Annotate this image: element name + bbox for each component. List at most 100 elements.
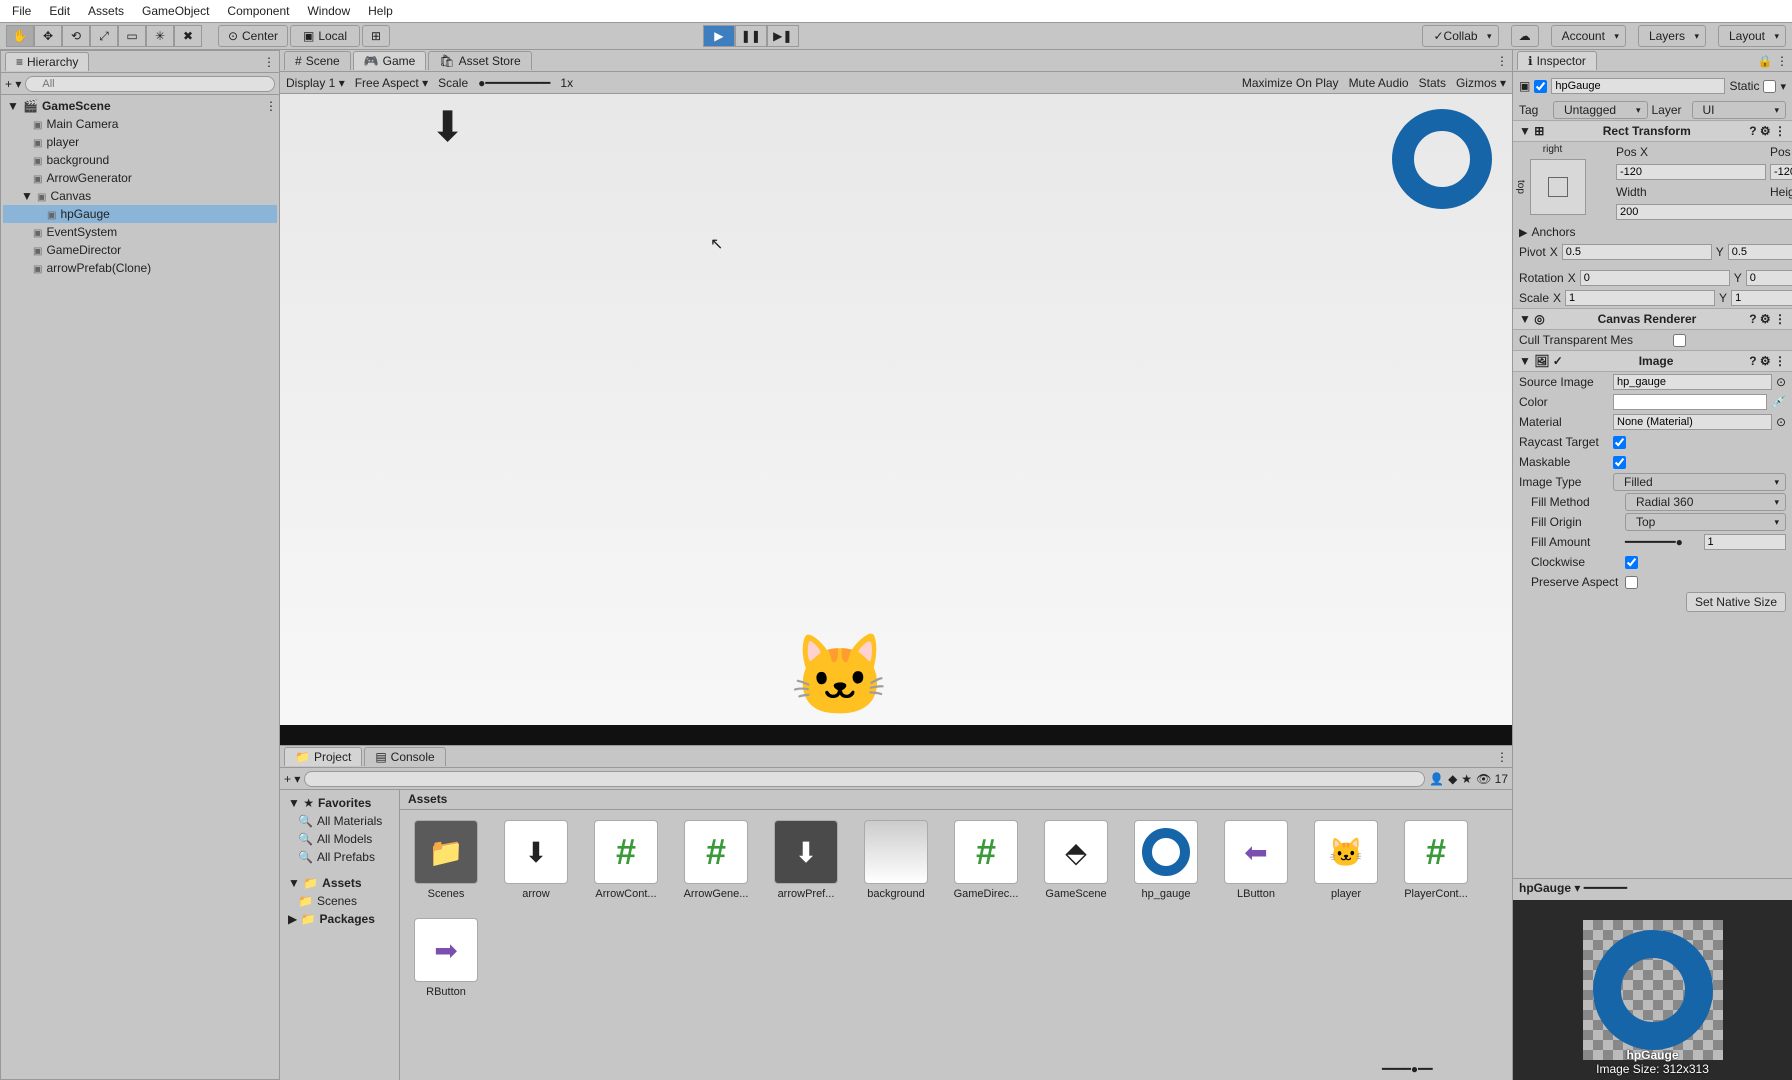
create-dropdown[interactable]: + ▾: [5, 77, 21, 91]
hierarchy-item-hpgauge[interactable]: hpGauge: [3, 205, 277, 223]
layers-dropdown[interactable]: Layers: [1638, 25, 1706, 47]
rect-transform-header[interactable]: ▼ ⊞ Rect Transform ? ⚙ ⋮: [1513, 120, 1792, 142]
scale-tool[interactable]: ⤢: [90, 25, 118, 47]
asset-store-tab[interactable]: 🛍 Asset Store: [428, 51, 531, 70]
scene-tab[interactable]: # Scene: [284, 51, 351, 70]
posy-field[interactable]: [1770, 164, 1792, 180]
rot-x[interactable]: [1580, 270, 1730, 286]
clockwise-checkbox[interactable]: [1625, 556, 1638, 569]
cull-checkbox[interactable]: [1673, 334, 1686, 347]
asset-item[interactable]: #ArrowGene...: [680, 820, 752, 900]
asset-item[interactable]: ⬇arrowPref...: [770, 820, 842, 900]
raycast-checkbox[interactable]: [1613, 436, 1626, 449]
snap-toggle[interactable]: ⊞: [362, 25, 390, 47]
favorites-header[interactable]: ▼ ★ Favorites: [284, 794, 395, 812]
project-tab[interactable]: 📁 Project: [284, 747, 362, 766]
anchor-preset-button[interactable]: [1530, 159, 1586, 215]
project-search[interactable]: [304, 771, 1425, 787]
hierarchy-item[interactable]: GameDirector: [3, 241, 277, 259]
project-menu-icon[interactable]: ⋮: [1496, 750, 1508, 764]
move-tool[interactable]: ✥: [34, 25, 62, 47]
cloud-icon[interactable]: ☁: [1511, 25, 1539, 47]
thumbnail-size-slider[interactable]: ━━━━●━━: [1382, 1062, 1502, 1076]
tag-dropdown[interactable]: Untagged: [1553, 101, 1648, 119]
hierarchy-item[interactable]: arrowPrefab(Clone): [3, 259, 277, 277]
canvas-renderer-header[interactable]: ▼ ◎ Canvas Renderer ? ⚙ ⋮: [1513, 308, 1792, 330]
asset-item[interactable]: ⬇arrow: [500, 820, 572, 900]
set-native-size-button[interactable]: Set Native Size: [1686, 592, 1786, 612]
hierarchy-item[interactable]: player: [3, 133, 277, 151]
hierarchy-search[interactable]: [25, 76, 275, 92]
aspect-dropdown[interactable]: Free Aspect ▾: [355, 76, 428, 90]
object-name-field[interactable]: [1551, 78, 1725, 94]
menu-component[interactable]: Component: [219, 2, 297, 20]
asset-item[interactable]: #PlayerCont...: [1400, 820, 1472, 900]
transform-tool[interactable]: ✳: [146, 25, 174, 47]
hierarchy-tab[interactable]: ≡ Hierarchy: [5, 52, 89, 71]
hand-tool[interactable]: ✋: [6, 25, 34, 47]
game-tab[interactable]: 🎮 Game: [353, 51, 427, 70]
hierarchy-item[interactable]: ArrowGenerator: [3, 169, 277, 187]
asset-item[interactable]: #GameDirec...: [950, 820, 1022, 900]
anchors-foldout[interactable]: ▶ Anchors: [1513, 222, 1792, 242]
asset-folder[interactable]: 📁Scenes: [410, 820, 482, 900]
scale-slider[interactable]: ●━━━━━━━━━: [478, 76, 550, 90]
console-tab[interactable]: ▤ Console: [364, 747, 445, 766]
view-menu-icon[interactable]: ⋮: [1496, 54, 1508, 68]
image-header[interactable]: ▼ 🖼 ✓ Image ? ⚙ ⋮: [1513, 350, 1792, 372]
hierarchy-item[interactable]: EventSystem: [3, 223, 277, 241]
pivot-center-toggle[interactable]: ⊙ Center: [218, 25, 288, 47]
account-dropdown[interactable]: Account: [1551, 25, 1626, 47]
rotate-tool[interactable]: ⟲: [62, 25, 90, 47]
posx-field[interactable]: [1616, 164, 1766, 180]
step-button[interactable]: ▶❚: [767, 25, 799, 47]
asset-item[interactable]: background: [860, 820, 932, 900]
asset-item[interactable]: ➡RButton: [410, 918, 482, 998]
static-checkbox[interactable]: [1763, 80, 1776, 93]
hierarchy-item-canvas[interactable]: ▼Canvas: [3, 187, 277, 205]
custom-tool[interactable]: ✖: [174, 25, 202, 47]
display-dropdown[interactable]: Display 1 ▾: [286, 76, 345, 90]
asset-item[interactable]: ⬘GameScene: [1040, 820, 1112, 900]
fill-origin-dropdown[interactable]: Top: [1625, 513, 1786, 531]
asset-item[interactable]: 🐱player: [1310, 820, 1382, 900]
preserve-aspect-checkbox[interactable]: [1625, 576, 1638, 589]
pivot-y[interactable]: [1728, 244, 1792, 260]
local-global-toggle[interactable]: ▣ Local: [290, 25, 360, 47]
asset-item[interactable]: ⬅LButton: [1220, 820, 1292, 900]
material-field[interactable]: [1613, 414, 1772, 430]
color-swatch[interactable]: [1613, 394, 1767, 410]
menu-file[interactable]: File: [4, 2, 39, 20]
stats-toggle[interactable]: Stats: [1419, 76, 1446, 90]
rot-y[interactable]: [1746, 270, 1792, 286]
object-picker-icon[interactable]: ⊙: [1776, 375, 1786, 389]
active-checkbox[interactable]: [1534, 80, 1547, 93]
hierarchy-item[interactable]: Main Camera: [3, 115, 277, 133]
object-picker-icon[interactable]: ⊙: [1776, 415, 1786, 429]
asset-item[interactable]: #ArrowCont...: [590, 820, 662, 900]
menu-assets[interactable]: Assets: [80, 2, 132, 20]
menu-gameobject[interactable]: GameObject: [134, 2, 217, 20]
collab-dropdown[interactable]: ✓ Collab: [1422, 25, 1498, 47]
fill-method-dropdown[interactable]: Radial 360: [1625, 493, 1786, 511]
fav-item[interactable]: 🔍 All Models: [284, 830, 395, 848]
scale-y[interactable]: [1731, 290, 1792, 306]
pause-button[interactable]: ❚❚: [735, 25, 767, 47]
hidden-count[interactable]: 👁 17: [1476, 772, 1508, 786]
asset-item[interactable]: hp_gauge: [1130, 820, 1202, 900]
scale-x[interactable]: [1565, 290, 1715, 306]
menu-window[interactable]: Window: [299, 2, 358, 20]
mute-audio[interactable]: Mute Audio: [1349, 76, 1409, 90]
project-create-dropdown[interactable]: + ▾: [284, 772, 300, 786]
menu-edit[interactable]: Edit: [41, 2, 78, 20]
inspector-tab[interactable]: ℹ Inspector: [1517, 51, 1597, 70]
pivot-x[interactable]: [1562, 244, 1712, 260]
packages-header[interactable]: ▶ 📁 Packages: [284, 910, 395, 928]
hierarchy-menu-icon[interactable]: ⋮: [263, 55, 275, 69]
gizmos-dropdown[interactable]: Gizmos ▾: [1456, 76, 1506, 90]
fav-item[interactable]: 🔍 All Materials: [284, 812, 395, 830]
rect-tool[interactable]: ▭: [118, 25, 146, 47]
width-field[interactable]: [1616, 204, 1792, 220]
inspector-lock-icon[interactable]: 🔒 ⋮: [1758, 54, 1788, 68]
layout-dropdown[interactable]: Layout: [1718, 25, 1786, 47]
